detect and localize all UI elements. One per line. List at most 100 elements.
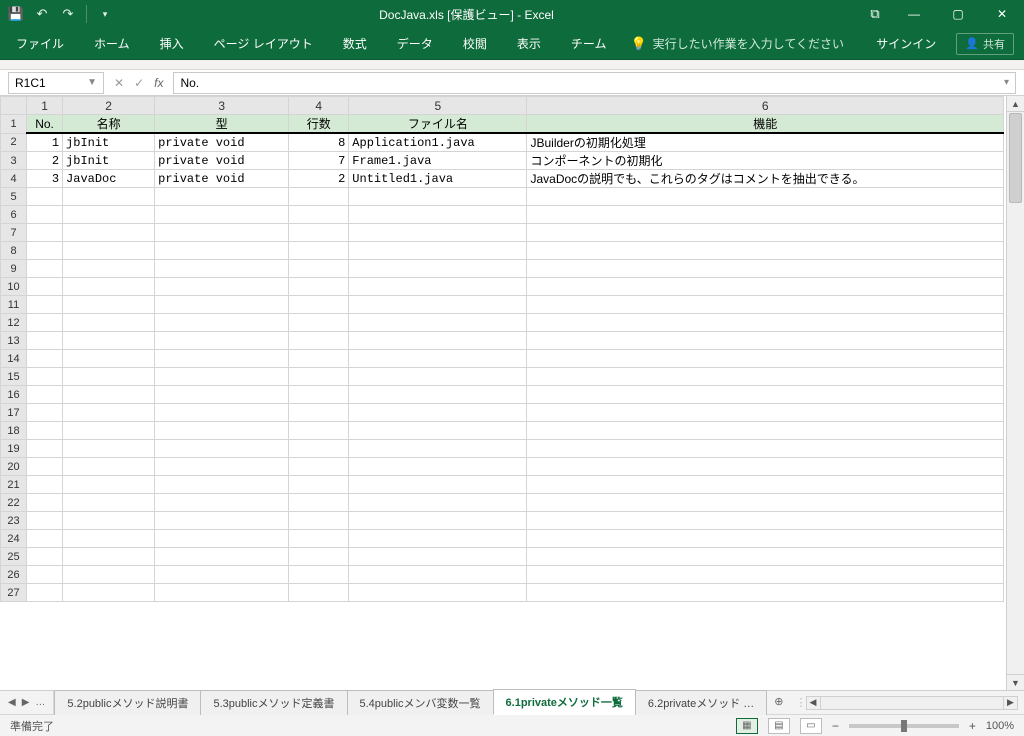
cell[interactable]: 2 (289, 170, 349, 188)
row-header[interactable]: 5 (1, 188, 27, 206)
sheet-tab[interactable]: 5.4publicメンバ変数一覧 (347, 690, 494, 715)
cell[interactable] (155, 278, 289, 296)
cell[interactable] (155, 440, 289, 458)
cell[interactable]: jbInit (63, 133, 155, 152)
cell[interactable] (527, 404, 1004, 422)
row-header[interactable]: 2 (1, 133, 27, 152)
undo-icon[interactable]: ↶ (32, 4, 52, 24)
column-header[interactable]: 5 (349, 97, 527, 115)
cell[interactable] (289, 404, 349, 422)
cell[interactable] (155, 260, 289, 278)
cell[interactable]: 7 (289, 152, 349, 170)
cell[interactable] (63, 530, 155, 548)
cell[interactable] (27, 260, 63, 278)
row-header[interactable]: 3 (1, 152, 27, 170)
row-header[interactable]: 23 (1, 512, 27, 530)
cell[interactable]: 1 (27, 133, 63, 152)
tab-scroll-right-icon[interactable]: ▶ (22, 697, 30, 708)
cell[interactable] (349, 314, 527, 332)
cell[interactable] (289, 476, 349, 494)
cell[interactable] (27, 530, 63, 548)
row-header[interactable]: 1 (1, 115, 27, 134)
cell[interactable] (289, 512, 349, 530)
cell[interactable] (349, 422, 527, 440)
cell[interactable] (289, 458, 349, 476)
cell[interactable] (527, 476, 1004, 494)
cell[interactable] (63, 224, 155, 242)
cell[interactable] (63, 296, 155, 314)
cell[interactable]: JavaDocの説明でも、これらのタグはコメントを抽出できる。 (527, 170, 1004, 188)
cell[interactable] (155, 314, 289, 332)
cell[interactable]: Untitled1.java (349, 170, 527, 188)
column-header[interactable]: 4 (289, 97, 349, 115)
scroll-right-arrow-icon[interactable]: ▶ (1003, 697, 1017, 709)
cell[interactable] (27, 314, 63, 332)
cell[interactable] (63, 404, 155, 422)
cell[interactable] (289, 494, 349, 512)
cell[interactable] (527, 296, 1004, 314)
cell[interactable] (289, 188, 349, 206)
cell[interactable] (27, 458, 63, 476)
cell[interactable] (349, 404, 527, 422)
sheet-tab[interactable]: 6.2privateメソッド … (635, 690, 767, 715)
qat-customize-icon[interactable]: ▾ (95, 4, 115, 24)
tab-scroll-more-icon[interactable]: … (35, 697, 45, 708)
cell[interactable] (63, 188, 155, 206)
cell[interactable] (27, 476, 63, 494)
row-header[interactable]: 22 (1, 494, 27, 512)
cell[interactable] (63, 332, 155, 350)
cell[interactable] (155, 296, 289, 314)
cell[interactable]: private void (155, 133, 289, 152)
scrollbar-thumb[interactable] (1009, 113, 1022, 203)
column-header[interactable]: 2 (63, 97, 155, 115)
cell[interactable] (527, 494, 1004, 512)
cell[interactable] (527, 386, 1004, 404)
cell[interactable]: Frame1.java (349, 152, 527, 170)
scroll-left-arrow-icon[interactable]: ◀ (807, 697, 821, 709)
row-header[interactable]: 9 (1, 260, 27, 278)
cell[interactable] (349, 242, 527, 260)
enter-icon[interactable]: ✓ (134, 76, 144, 90)
cell[interactable] (63, 458, 155, 476)
cell[interactable] (527, 368, 1004, 386)
scroll-down-arrow-icon[interactable]: ▼ (1007, 674, 1024, 690)
cell[interactable] (155, 242, 289, 260)
tab-team[interactable]: チーム (565, 31, 613, 56)
cell[interactable] (27, 296, 63, 314)
cell[interactable]: 行数 (289, 115, 349, 134)
row-header[interactable]: 12 (1, 314, 27, 332)
row-header[interactable]: 8 (1, 242, 27, 260)
cell[interactable] (27, 242, 63, 260)
cell[interactable] (27, 440, 63, 458)
cell[interactable] (289, 314, 349, 332)
row-header[interactable]: 18 (1, 422, 27, 440)
cell[interactable] (289, 224, 349, 242)
vertical-scrollbar[interactable]: ▲ ▼ (1006, 96, 1024, 690)
cell[interactable] (27, 206, 63, 224)
cell[interactable]: 3 (27, 170, 63, 188)
cell[interactable] (155, 512, 289, 530)
cell[interactable] (349, 278, 527, 296)
cell[interactable] (349, 224, 527, 242)
cell[interactable] (63, 260, 155, 278)
cell[interactable] (63, 512, 155, 530)
cell[interactable] (527, 548, 1004, 566)
cell[interactable]: コンポーネントの初期化 (527, 152, 1004, 170)
cell[interactable] (155, 188, 289, 206)
cell[interactable] (349, 458, 527, 476)
cell[interactable] (289, 296, 349, 314)
name-box[interactable]: R1C1 ▼ (8, 72, 104, 94)
tab-insert[interactable]: 挿入 (154, 31, 190, 56)
cell[interactable] (63, 440, 155, 458)
cell[interactable]: 機能 (527, 115, 1004, 134)
tab-formulas[interactable]: 数式 (337, 31, 373, 56)
cell[interactable] (527, 422, 1004, 440)
cell[interactable] (155, 458, 289, 476)
cell[interactable] (289, 386, 349, 404)
cell[interactable] (349, 206, 527, 224)
expand-formula-bar-icon[interactable]: ▾ (1004, 77, 1009, 88)
cell[interactable]: ファイル名 (349, 115, 527, 134)
save-icon[interactable]: 💾 (6, 4, 26, 24)
cell[interactable] (289, 206, 349, 224)
cell[interactable] (527, 512, 1004, 530)
